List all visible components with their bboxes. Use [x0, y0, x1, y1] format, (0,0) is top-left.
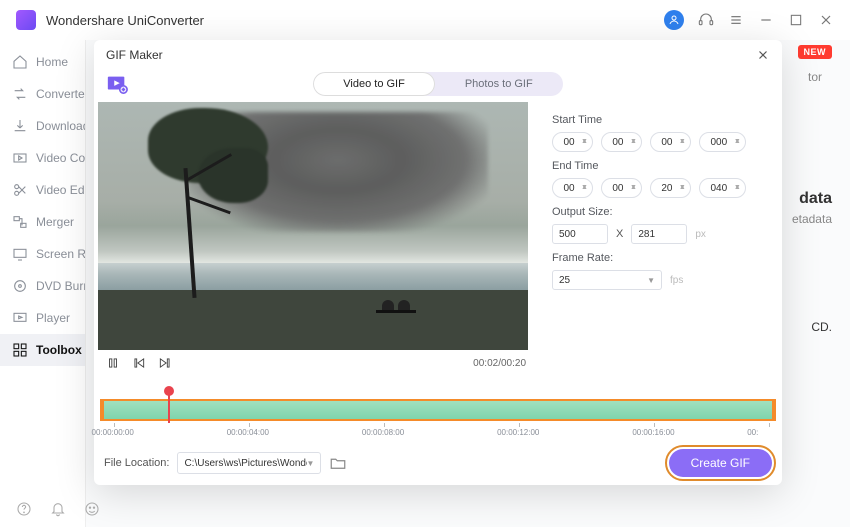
end-ms-stepper[interactable]: 040▲▼: [699, 178, 746, 198]
sidebar-item-downloader[interactable]: Downloader: [0, 110, 85, 142]
add-video-icon[interactable]: [106, 73, 128, 95]
start-min-stepper[interactable]: 00▲▼: [601, 132, 642, 152]
sidebar-item-label: Merger: [36, 215, 74, 229]
timeline-track[interactable]: [100, 399, 776, 421]
mode-segmented-control: Video to GIF Photos to GIF: [313, 72, 562, 96]
video-preview[interactable]: [98, 102, 528, 350]
close-icon[interactable]: [756, 48, 770, 62]
sidebar-item-home[interactable]: Home: [0, 46, 85, 78]
bg-text: data: [799, 190, 832, 208]
maximize-icon[interactable]: [788, 12, 804, 28]
sidebar-item-label: DVD Burner: [36, 279, 85, 293]
help-icon[interactable]: [16, 501, 32, 517]
sidebar-item-toolbox[interactable]: Toolbox: [0, 334, 85, 366]
start-ms-stepper[interactable]: 000▲▼: [699, 132, 746, 152]
tab-label: Photos to GIF: [465, 78, 533, 90]
user-avatar[interactable]: [664, 10, 684, 30]
sidebar: Home Converter Downloader Video Compress…: [0, 40, 86, 527]
sidebar-item-label: Downloader: [36, 119, 85, 133]
create-gif-button[interactable]: Create GIF: [669, 449, 772, 477]
start-sec-stepper[interactable]: 00▲▼: [650, 132, 691, 152]
sidebar-item-label: Screen Recorder: [36, 247, 85, 261]
close-window-icon[interactable]: [818, 12, 834, 28]
new-badge: NEW: [798, 45, 833, 59]
emoji-icon[interactable]: [84, 501, 100, 517]
output-width-input[interactable]: [552, 224, 608, 244]
sidebar-item-recorder[interactable]: Screen Recorder: [0, 238, 85, 270]
player-time: 00:02/00:20: [473, 358, 526, 369]
end-min-stepper[interactable]: 00▲▼: [601, 178, 642, 198]
playhead[interactable]: [168, 391, 170, 423]
minimize-icon[interactable]: [758, 12, 774, 28]
file-location-label: File Location:: [104, 457, 169, 469]
sidebar-item-dvd[interactable]: DVD Burner: [0, 270, 85, 302]
file-location-select[interactable]: C:\Users\ws\Pictures\Wonders▼: [177, 452, 321, 474]
output-size-label: Output Size:: [552, 206, 768, 218]
sidebar-item-label: Video Compressor: [36, 151, 85, 165]
bg-text: etadata: [792, 212, 832, 226]
end-sec-stepper[interactable]: 20▲▼: [650, 178, 691, 198]
frame-rate-label: Frame Rate:: [552, 252, 768, 264]
sidebar-item-label: Toolbox: [36, 343, 82, 357]
tab-video-to-gif[interactable]: Video to GIF: [313, 72, 435, 96]
next-frame-icon[interactable]: [158, 356, 172, 370]
open-folder-icon[interactable]: [329, 454, 347, 472]
bg-text: tor: [808, 70, 822, 84]
sidebar-item-label: Player: [36, 311, 70, 325]
output-height-input[interactable]: [631, 224, 687, 244]
x-label: X: [616, 228, 623, 240]
end-time-label: End Time: [552, 160, 768, 172]
timeline[interactable]: 00:00:00:00 00:00:04:00 00:00:08:00 00:0…: [100, 399, 776, 441]
sidebar-item-editor[interactable]: Video Editor: [0, 174, 85, 206]
sidebar-item-label: Video Editor: [36, 183, 85, 197]
bell-icon[interactable]: [50, 501, 66, 517]
prev-frame-icon[interactable]: [132, 356, 146, 370]
pause-icon[interactable]: [106, 356, 120, 370]
menu-icon[interactable]: [728, 12, 744, 28]
start-time-label: Start Time: [552, 114, 768, 126]
sidebar-item-compressor[interactable]: Video Compressor: [0, 142, 85, 174]
sidebar-item-converter[interactable]: Converter: [0, 78, 85, 110]
sidebar-item-player[interactable]: Player: [0, 302, 85, 334]
end-hour-stepper[interactable]: 00▲▼: [552, 178, 593, 198]
tab-label: Video to GIF: [343, 78, 405, 90]
app-logo: [16, 10, 36, 30]
tab-photos-to-gif[interactable]: Photos to GIF: [435, 72, 563, 96]
app-title: Wondershare UniConverter: [46, 13, 664, 28]
fps-label: fps: [670, 275, 683, 286]
start-hour-stepper[interactable]: 00▲▼: [552, 132, 593, 152]
sidebar-item-label: Converter: [36, 87, 85, 101]
sidebar-item-label: Home: [36, 55, 68, 69]
frame-rate-select[interactable]: 25▼: [552, 270, 662, 290]
bg-text: CD.: [811, 320, 832, 334]
headset-icon[interactable]: [698, 12, 714, 28]
gif-maker-modal: GIF Maker Video to GIF Photos to GIF: [94, 40, 782, 485]
timeline-ruler: 00:00:00:00 00:00:04:00 00:00:08:00 00:0…: [100, 423, 776, 439]
modal-title: GIF Maker: [106, 48, 163, 62]
sidebar-item-merger[interactable]: Merger: [0, 206, 85, 238]
px-label: px: [695, 229, 706, 240]
